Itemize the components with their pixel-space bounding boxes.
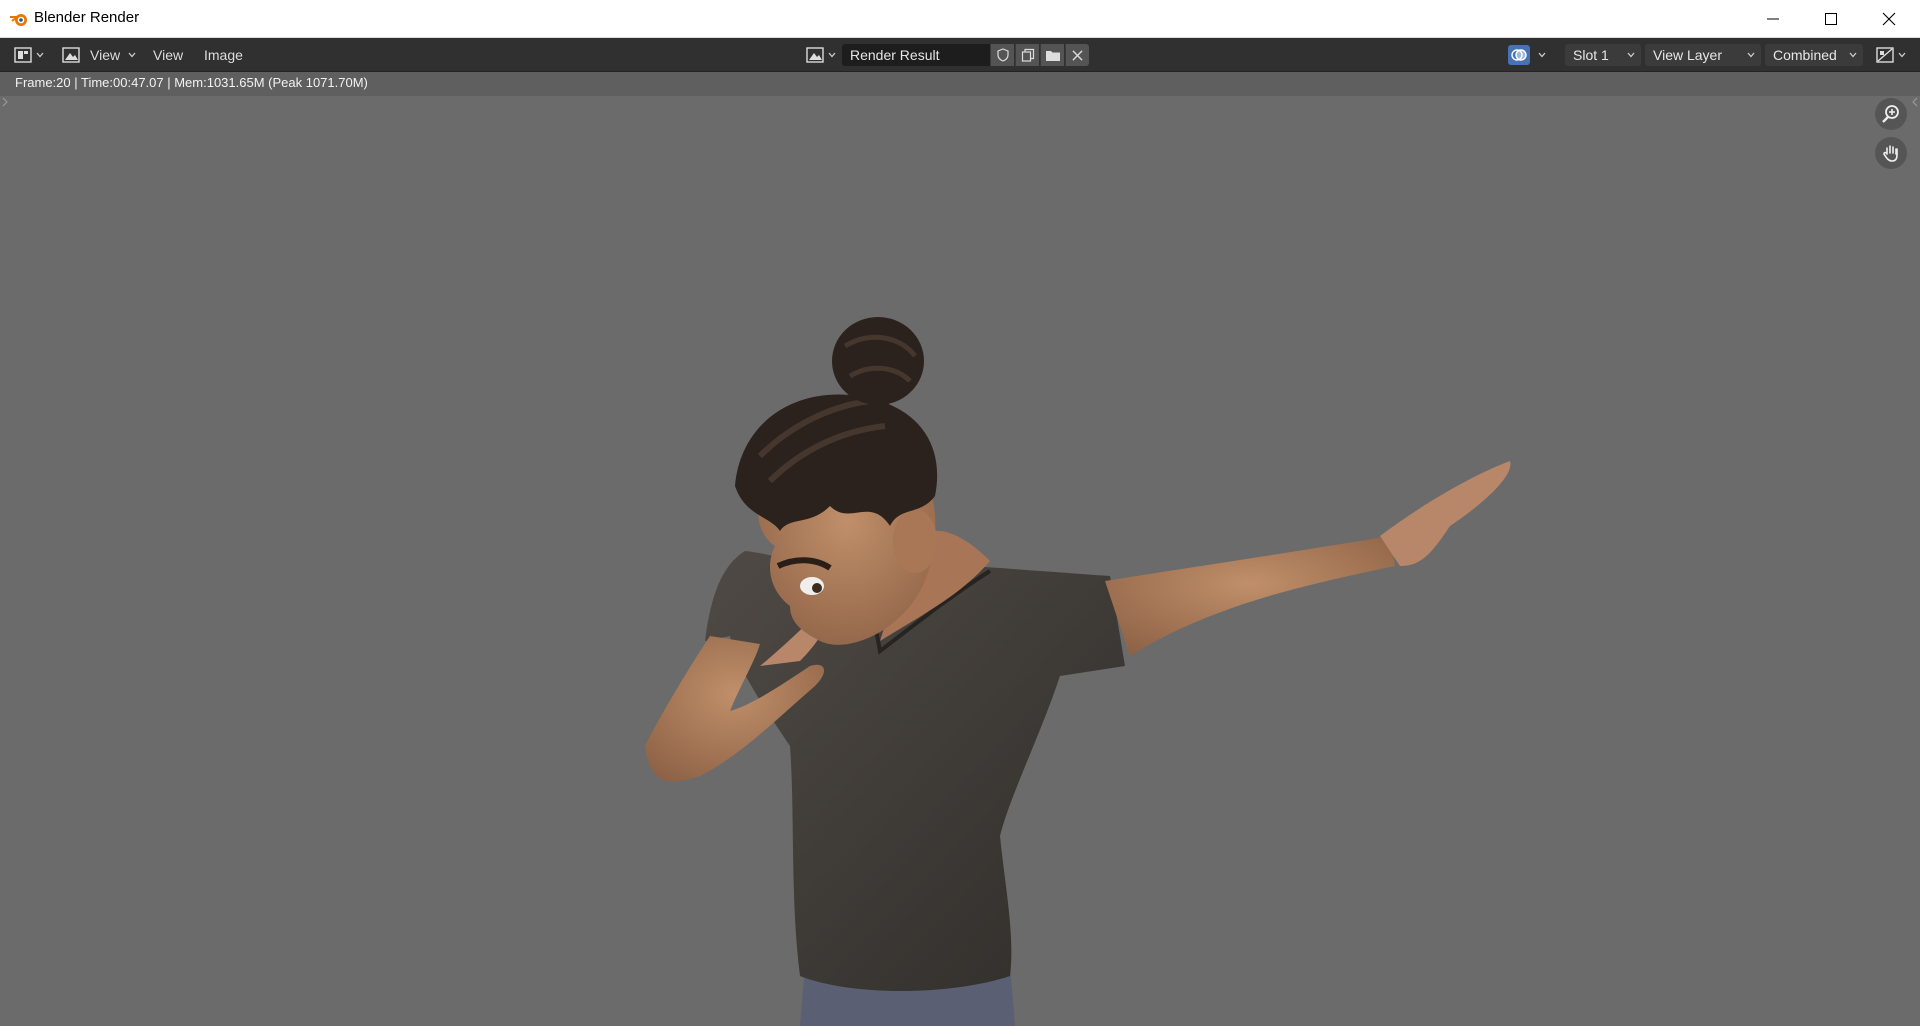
open-image-button[interactable] bbox=[1040, 44, 1064, 66]
mode-dropdown[interactable]: View bbox=[60, 38, 136, 72]
close-button[interactable] bbox=[1860, 0, 1918, 38]
editor-type-icon bbox=[12, 45, 34, 65]
duplicate-button[interactable] bbox=[1015, 44, 1039, 66]
view-layer-dropdown[interactable]: View Layer bbox=[1645, 44, 1761, 66]
render-stats-text: Frame:20 | Time:00:47.07 | Mem:1031.65M … bbox=[15, 75, 368, 90]
render-slot-label: Slot 1 bbox=[1573, 47, 1609, 63]
menu-view-label: View bbox=[153, 47, 184, 63]
render-pass-label: Combined bbox=[1773, 47, 1837, 63]
unlink-button[interactable] bbox=[1065, 44, 1089, 66]
sidebar-expand-arrow[interactable] bbox=[1911, 96, 1919, 108]
close-icon bbox=[1882, 12, 1896, 26]
minimize-icon bbox=[1767, 18, 1779, 20]
window-title: Blender Render bbox=[34, 9, 140, 26]
unlink-x-icon bbox=[1072, 49, 1083, 61]
menu-image[interactable]: Image bbox=[204, 38, 243, 72]
view-mode-label: View bbox=[90, 47, 121, 63]
pan-gizmo[interactable] bbox=[1875, 137, 1907, 169]
fake-user-button[interactable] bbox=[990, 44, 1014, 66]
image-mode-icon bbox=[60, 45, 82, 65]
fake-user-shield-icon bbox=[996, 48, 1009, 62]
toolbar-expand-arrow[interactable] bbox=[1, 96, 9, 108]
zoom-gizmo[interactable] bbox=[1875, 98, 1907, 130]
menu-view[interactable]: View bbox=[153, 38, 183, 72]
image-viewport[interactable] bbox=[0, 96, 1920, 1026]
display-channels-icon bbox=[1511, 49, 1527, 61]
display-channels-button[interactable] bbox=[1508, 45, 1530, 65]
render-info-strip: Frame:20 | Time:00:47.07 | Mem:1031.65M … bbox=[0, 72, 1920, 96]
blender-logo-icon bbox=[9, 11, 29, 27]
maximize-icon bbox=[1825, 13, 1837, 25]
menu-image-label: Image bbox=[204, 47, 243, 63]
view-layer-label: View Layer bbox=[1653, 47, 1723, 63]
editor-type-dropdown[interactable] bbox=[12, 38, 44, 72]
maximize-button[interactable] bbox=[1802, 0, 1860, 38]
pan-hand-icon bbox=[1883, 145, 1898, 162]
minimize-button[interactable] bbox=[1744, 0, 1802, 38]
view-layer-display-dropdown[interactable] bbox=[1874, 38, 1906, 72]
render-result-image bbox=[645, 317, 1511, 1026]
window-titlebar: Blender Render bbox=[0, 0, 1920, 38]
image-browse-icon bbox=[804, 45, 826, 65]
image-browse-dropdown[interactable] bbox=[804, 38, 836, 72]
open-folder-icon bbox=[1045, 51, 1060, 61]
duplicate-icon bbox=[1021, 48, 1034, 62]
image-name-field[interactable]: Render Result bbox=[842, 44, 990, 66]
display-channels-dropdown[interactable] bbox=[1538, 38, 1546, 72]
render-pass-dropdown[interactable]: Combined bbox=[1765, 44, 1863, 66]
view-layer-icon bbox=[1874, 45, 1896, 65]
image-editor-header: View View Image Render Result Slot 1 Vie… bbox=[0, 38, 1920, 72]
render-slot-dropdown[interactable]: Slot 1 bbox=[1565, 44, 1641, 66]
zoom-icon bbox=[1882, 105, 1899, 123]
